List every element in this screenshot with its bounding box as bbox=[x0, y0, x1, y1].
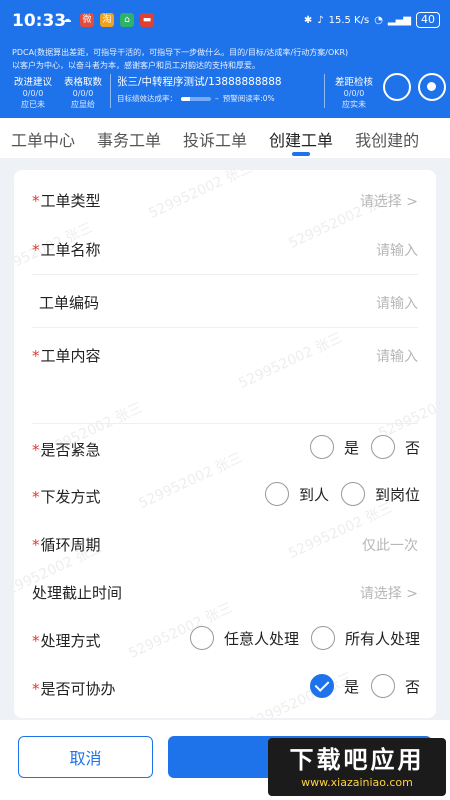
user-kpi-panel[interactable]: 张三/中转程序测试/13888888888 目标绩效达成率： – 预警阅读率:0… bbox=[110, 74, 325, 108]
metric-gap-check[interactable]: 差距检核 0/0/0 应实未 bbox=[330, 74, 378, 110]
handling-any-radio[interactable]: 任意人处理 bbox=[189, 626, 299, 650]
taobao-icon: 淘 bbox=[100, 13, 114, 27]
status-bar: 10:33 ☁ 微 淘 ⌂ ▬ ✱ ♪ 15.5 K/s ◔ ▂▄▆ 40 bbox=[0, 0, 450, 42]
cycle-value[interactable]: 仅此一次 bbox=[362, 535, 418, 555]
status-time: 10:33 bbox=[12, 11, 67, 31]
field-urgent: *是否紧急 是 否 bbox=[14, 425, 436, 473]
wifi-icon: ◔ bbox=[374, 14, 383, 26]
urgent-yes-radio[interactable]: 是 bbox=[309, 435, 359, 459]
bluetooth-icon: ✱ bbox=[303, 14, 313, 26]
weibo-icon: 微 bbox=[80, 13, 94, 27]
notification-icon: ☁ bbox=[62, 15, 72, 25]
net-speed: 15.5 K/s bbox=[328, 14, 370, 26]
name-input[interactable]: 请输入 bbox=[376, 240, 418, 260]
site-logo: 下载吧应用 www.xiazainiao.com bbox=[268, 738, 446, 796]
urgent-no-radio[interactable]: 否 bbox=[370, 435, 420, 459]
tab-my-created[interactable]: 我创建的 bbox=[344, 118, 430, 158]
create-form: 529952002 张三 529952002 张三 529952002 张三 5… bbox=[14, 170, 436, 718]
news-app-icon: ▬ bbox=[140, 13, 154, 27]
field-handling: *处理方式 任意人处理 所有人处理 bbox=[14, 616, 436, 664]
field-type[interactable]: *工单类型 请选择 > bbox=[14, 176, 436, 224]
field-content[interactable]: *工单内容 请输入 bbox=[14, 331, 436, 421]
handling-all-radio[interactable]: 所有人处理 bbox=[310, 626, 420, 650]
cancel-button[interactable]: 取消 bbox=[18, 736, 153, 778]
search-icon[interactable] bbox=[383, 73, 411, 101]
assist-no-radio[interactable]: 否 bbox=[370, 674, 420, 698]
type-select[interactable]: 请选择 > bbox=[360, 191, 418, 211]
tab-workorder-center[interactable]: 工单中心 bbox=[0, 118, 86, 158]
tab-complaint[interactable]: 投诉工单 bbox=[172, 118, 258, 158]
tab-affairs[interactable]: 事务工单 bbox=[86, 118, 172, 158]
assist-yes-radio[interactable]: 是 bbox=[309, 674, 359, 698]
kpi-progress bbox=[181, 96, 211, 101]
mic-icon: ♪ bbox=[317, 14, 324, 26]
field-cycle[interactable]: *循环周期 仅此一次 bbox=[14, 520, 436, 568]
field-deadline[interactable]: 处理截止时间 请选择 > bbox=[14, 568, 436, 616]
user-info: 张三/中转程序测试/13888888888 bbox=[117, 76, 282, 88]
tab-bar: 工单中心 事务工单 投诉工单 创建工单 我创建的 bbox=[0, 118, 450, 158]
check-icon bbox=[309, 674, 334, 698]
target-icon[interactable] bbox=[418, 73, 446, 101]
tab-create[interactable]: 创建工单 bbox=[258, 118, 344, 158]
field-assist: *是否可协办 是 否 bbox=[14, 664, 436, 712]
signal-icon: ▂▄▆ bbox=[387, 14, 411, 26]
footer-bar: 取消 下载吧应用 www.xiazainiao.com bbox=[0, 720, 450, 800]
dispatch-position-radio[interactable]: 到岗位 bbox=[340, 482, 420, 506]
content-textarea[interactable]: 请输入 bbox=[376, 346, 418, 366]
code-input[interactable]: 请输入 bbox=[376, 293, 418, 313]
battery-icon: 40 bbox=[416, 12, 440, 28]
header: 10:33 ☁ 微 淘 ⌂ ▬ ✱ ♪ 15.5 K/s ◔ ▂▄▆ 40 PD… bbox=[0, 0, 450, 118]
pdca-notice: PDCA(数据算出差距，可指导干活的，可指导下一步做什么。目的/目标/达成率/行… bbox=[12, 48, 349, 70]
field-name[interactable]: *工单名称 请输入 bbox=[14, 225, 436, 273]
dispatch-person-radio[interactable]: 到人 bbox=[264, 482, 329, 506]
field-code[interactable]: 工单编码 请输入 bbox=[14, 278, 436, 326]
metric-improvement[interactable]: 改进建议 0/0/0 应已未 bbox=[10, 74, 56, 110]
field-dispatch: *下发方式 到人 到岗位 bbox=[14, 472, 436, 520]
home-app-icon: ⌂ bbox=[120, 13, 134, 27]
deadline-select[interactable]: 请选择 > bbox=[360, 583, 418, 603]
metric-table-fetch[interactable]: 表格取数 0/0/0 应显给 bbox=[60, 74, 106, 110]
